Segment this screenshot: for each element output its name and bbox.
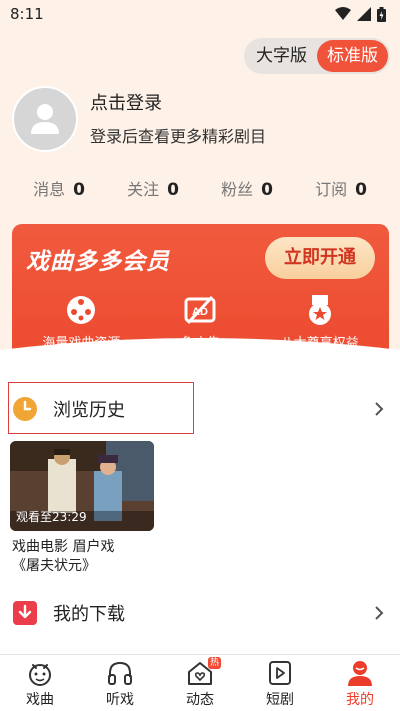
stat-value: 0 (355, 180, 367, 200)
login-title[interactable]: 点击登录 (90, 91, 266, 117)
stat-value: 0 (73, 180, 85, 200)
download-icon (13, 601, 37, 625)
wifi-icon (335, 7, 351, 20)
vip-title: 戏曲多多会员 (26, 249, 170, 275)
hot-badge: 热 (208, 657, 222, 669)
stat-value: 0 (167, 180, 179, 200)
nav-listen[interactable]: 听戏 (80, 655, 160, 711)
battery-icon (377, 6, 386, 22)
nav-label: 戏曲 (26, 692, 54, 708)
film-reel-icon (67, 296, 96, 324)
stat-subscriptions[interactable]: 订阅 0 (315, 176, 367, 200)
nav-feed[interactable]: 热 动态 (160, 655, 240, 711)
nav-opera[interactable]: 戏曲 (0, 655, 80, 711)
login-subtitle: 登录后查看更多精彩剧目 (90, 127, 267, 146)
medal-icon (308, 295, 331, 325)
stat-label: 关注 (127, 180, 160, 199)
stat-followers[interactable]: 粉丝 0 (221, 176, 273, 200)
no-ads-icon: AD (184, 295, 216, 325)
nav-label: 我的 (346, 692, 374, 708)
large-font-option[interactable]: 大字版 (246, 40, 317, 72)
headphones-icon (108, 661, 132, 685)
status-bar: 8:11 (0, 0, 400, 28)
stat-label: 订阅 (315, 180, 348, 199)
profile-login[interactable]: 点击登录 登录后查看更多精彩剧目 (12, 86, 266, 152)
stats-row: 消息 0 关注 0 粉丝 0 订阅 0 (0, 176, 400, 200)
nav-short-drama[interactable]: 短剧 (240, 655, 320, 711)
video-title-line: 戏曲电影 眉户戏 (12, 539, 115, 555)
signal-icon (357, 7, 371, 21)
history-video-thumbnail[interactable]: 观看至23:29 (10, 441, 154, 531)
stat-following[interactable]: 关注 0 (127, 176, 179, 200)
nav-label: 听戏 (106, 692, 134, 708)
stat-label: 消息 (33, 180, 66, 199)
vip-activate-button[interactable]: 立即开通 (265, 237, 375, 279)
opera-mask-icon (29, 664, 51, 686)
downloads-row[interactable]: 我的下载 (0, 588, 400, 638)
avatar[interactable] (12, 86, 78, 152)
video-title-line: 《屠夫状元》 (12, 558, 96, 574)
stat-value: 0 (261, 180, 273, 200)
chevron-right-icon (375, 606, 384, 620)
status-icons (335, 6, 386, 22)
status-time: 8:11 (10, 5, 44, 23)
profile-text: 点击登录 登录后查看更多精彩剧目 (90, 91, 266, 147)
nav-label: 动态 (186, 692, 214, 708)
chevron-right-icon (375, 402, 384, 416)
nav-mine[interactable]: 我的 (320, 655, 400, 711)
user-icon (31, 104, 59, 134)
stat-messages[interactable]: 消息 0 (33, 176, 85, 200)
watch-progress-caption: 观看至23:29 (16, 510, 87, 524)
play-box-icon (269, 661, 291, 685)
history-video-title[interactable]: 戏曲电影 眉户戏 《屠夫状元》 (12, 538, 172, 576)
stat-label: 粉丝 (221, 180, 254, 199)
nav-label: 短剧 (266, 692, 294, 708)
font-size-toggle: 大字版 标准版 (244, 38, 390, 74)
downloads-label: 我的下载 (53, 604, 125, 625)
profile-icon (348, 661, 372, 686)
bottom-nav: 戏曲 听戏 热 动态 短剧 我的 (0, 654, 400, 711)
standard-font-option[interactable]: 标准版 (317, 40, 388, 72)
history-highlight-box (8, 382, 194, 434)
